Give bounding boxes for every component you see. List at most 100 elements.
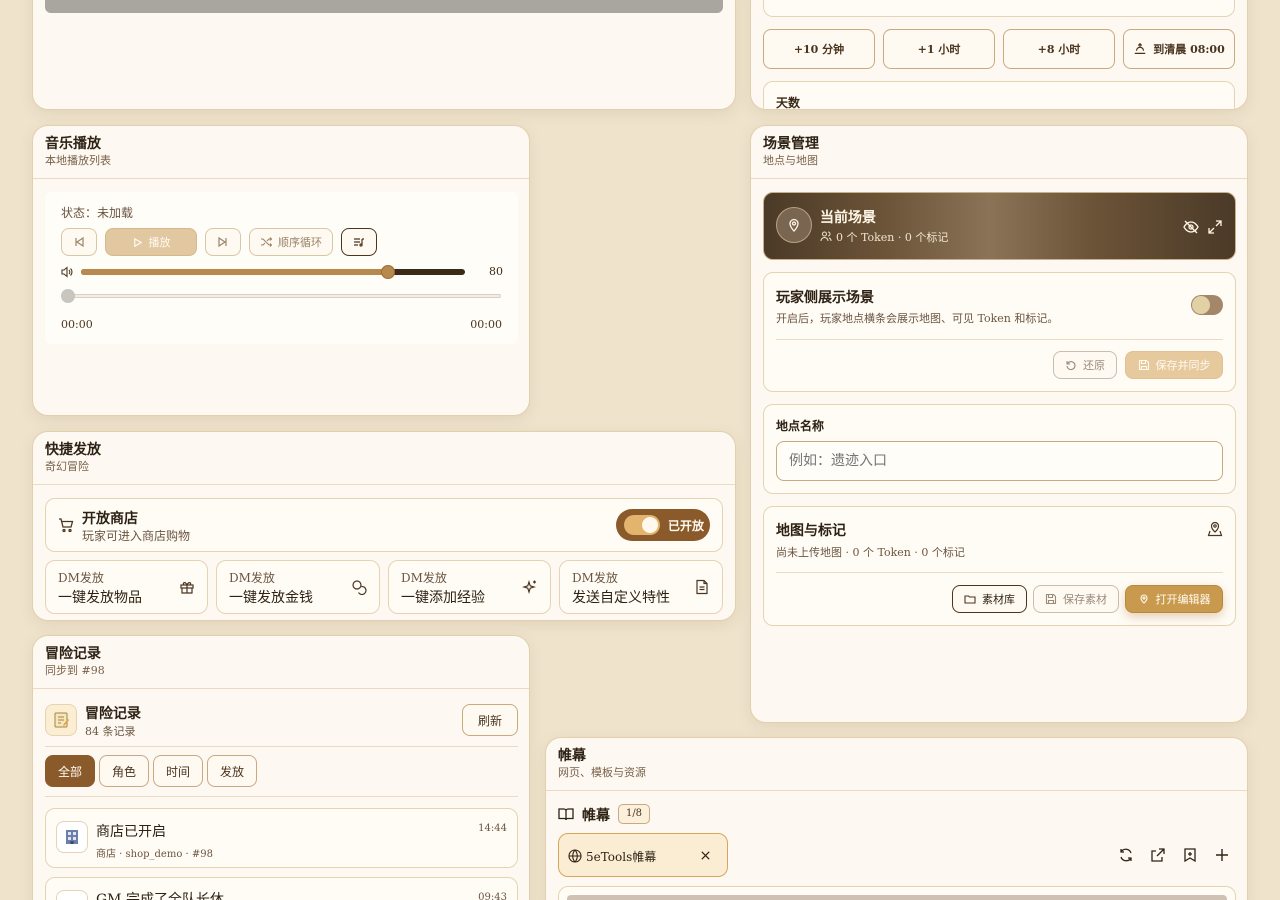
add-1-hour-button[interactable]: +1 小时 bbox=[883, 29, 995, 69]
shop-toggle-knob bbox=[642, 517, 658, 533]
external-link-icon[interactable] bbox=[1150, 847, 1166, 863]
save-asset-button[interactable]: 保存素材 bbox=[1033, 585, 1119, 613]
map-markers-title: 地图与标记 bbox=[776, 523, 846, 539]
filter-time-tab[interactable]: 时间 bbox=[153, 755, 203, 787]
current-scene-banner: 当前场景 0 个 Token · 0 个标记 bbox=[763, 192, 1236, 260]
shop-toggle[interactable]: 已开放 bbox=[616, 509, 710, 541]
add-exp-tag: DM发放 bbox=[401, 571, 447, 585]
plus-icon[interactable] bbox=[1214, 847, 1230, 863]
loop-mode-label: 顺序循环 bbox=[278, 236, 322, 249]
log-entry[interactable]: GM 完成了全队长休 09:43 bbox=[45, 877, 518, 900]
log-entry-time: 09:43 bbox=[478, 892, 507, 900]
player-display-desc: 开启后，玩家地点横条会展示地图、可见 Token 和标记。 bbox=[776, 312, 1059, 325]
filter-character-tab[interactable]: 角色 bbox=[99, 755, 149, 787]
log-refresh-button[interactable]: 刷新 bbox=[462, 704, 518, 736]
volume-thumb[interactable] bbox=[381, 265, 396, 279]
save-sync-button[interactable]: 保存并同步 bbox=[1125, 351, 1223, 379]
log-refresh-label: 刷新 bbox=[477, 713, 502, 728]
volume-fill bbox=[81, 269, 389, 275]
filter-time-label: 时间 bbox=[165, 764, 190, 779]
quick-release-header: 快捷发放 奇幻冒险 bbox=[33, 432, 735, 485]
shuffle-icon bbox=[260, 236, 272, 248]
top-left-panel bbox=[32, 0, 736, 110]
restore-button[interactable]: 还原 bbox=[1053, 351, 1117, 379]
player-display-toggle[interactable] bbox=[1191, 295, 1223, 315]
volume-slider[interactable] bbox=[81, 265, 465, 279]
next-track-button[interactable] bbox=[205, 228, 241, 256]
scene-panel-header: 场景管理 地点与地图 bbox=[751, 126, 1247, 179]
expand-icon[interactable] bbox=[1207, 219, 1223, 235]
add-10-minutes-label: +10 分钟 bbox=[793, 43, 845, 56]
previous-track-button[interactable] bbox=[61, 228, 97, 256]
users-icon bbox=[820, 230, 832, 242]
release-money-label: 一键发放金钱 bbox=[229, 590, 313, 606]
close-icon[interactable] bbox=[700, 850, 711, 861]
log-entry[interactable]: 商店已开启 14:44 商店 · shop_demo · #98 bbox=[45, 808, 518, 868]
scene-panel-subtitle: 地点与地图 bbox=[763, 154, 818, 167]
shop-desc: 玩家可进入商店购物 bbox=[82, 529, 191, 543]
progress-slider[interactable] bbox=[61, 289, 501, 303]
eye-off-icon[interactable] bbox=[1183, 219, 1199, 235]
progress-thumb[interactable] bbox=[61, 289, 75, 303]
scene-panel: 场景管理 地点与地图 当前场景 0 个 Token · 0 个标记 玩家侧展示场… bbox=[750, 125, 1248, 723]
custom-trait-button[interactable]: DM发放 发送自定义特性 bbox=[559, 560, 723, 614]
folder-icon bbox=[964, 593, 976, 605]
open-editor-button[interactable]: 打开编辑器 bbox=[1125, 585, 1223, 613]
release-money-tag: DM发放 bbox=[229, 571, 275, 585]
filter-release-tab[interactable]: 发放 bbox=[207, 755, 257, 787]
add-exp-label: 一键添加经验 bbox=[401, 590, 485, 606]
skip-forward-icon bbox=[217, 236, 229, 248]
music-status: 状态：未加载 bbox=[61, 204, 133, 221]
to-morning-button[interactable]: 到清晨 08:00 bbox=[1123, 29, 1235, 69]
shop-toggle-switch bbox=[624, 515, 660, 535]
heart-icon bbox=[56, 890, 88, 900]
curtain-panel-title: 帷幕 bbox=[558, 748, 586, 764]
play-label: 播放 bbox=[148, 236, 171, 249]
map-markers-divider bbox=[776, 572, 1223, 573]
editor-icon bbox=[1138, 593, 1150, 605]
add-8-hours-label: +8 小时 bbox=[1037, 43, 1081, 56]
shop-card: 开放商店 玩家可进入商店购物 已开放 bbox=[45, 498, 723, 552]
asset-library-label: 素材库 bbox=[982, 593, 1015, 606]
bookmark-add-icon[interactable] bbox=[1182, 847, 1198, 863]
location-name-label: 地点名称 bbox=[776, 419, 825, 433]
quick-release-subtitle: 奇幻冒险 bbox=[45, 460, 89, 473]
curtain-content-bar bbox=[567, 895, 1227, 900]
log-entry-title: GM 完成了全队长休 bbox=[96, 892, 224, 900]
refresh-icon[interactable] bbox=[1118, 847, 1134, 863]
release-items-button[interactable]: DM发放 一键发放物品 bbox=[45, 560, 208, 614]
release-items-tag: DM发放 bbox=[58, 571, 104, 585]
music-panel: 音乐播放 本地播放列表 状态：未加载 播放 顺序循环 80 00:00 00:0… bbox=[32, 125, 530, 416]
music-panel-subtitle: 本地播放列表 bbox=[45, 154, 111, 167]
undo-icon bbox=[1065, 359, 1077, 371]
log-entry-time: 14:44 bbox=[478, 823, 507, 834]
curtain-tab[interactable]: 5eTools帷幕 bbox=[558, 833, 728, 877]
quick-release-title: 快捷发放 bbox=[45, 442, 101, 458]
globe-icon bbox=[568, 849, 582, 863]
top-left-scroll-bar[interactable] bbox=[45, 0, 723, 13]
filter-all-tab[interactable]: 全部 bbox=[45, 755, 95, 787]
book-icon bbox=[558, 806, 574, 822]
playlist-button[interactable] bbox=[341, 228, 377, 256]
location-pin-icon bbox=[776, 207, 812, 243]
loop-mode-button[interactable]: 顺序循环 bbox=[249, 228, 333, 256]
current-scene-title: 当前场景 bbox=[820, 210, 876, 226]
music-panel-header: 音乐播放 本地播放列表 bbox=[33, 126, 529, 179]
map-markers-meta: 尚未上传地图 · 0 个 Token · 0 个标记 bbox=[776, 546, 965, 559]
log-panel-title: 冒险记录 bbox=[45, 646, 101, 662]
skip-back-icon bbox=[73, 236, 85, 248]
save-icon bbox=[1045, 593, 1057, 605]
time-panel: +10 分钟 +1 小时 +8 小时 到清晨 08:00 天数 bbox=[750, 0, 1248, 110]
release-money-button[interactable]: DM发放 一键发放金钱 bbox=[216, 560, 380, 614]
asset-library-button[interactable]: 素材库 bbox=[952, 585, 1027, 613]
add-10-minutes-button[interactable]: +10 分钟 bbox=[763, 29, 875, 69]
add-exp-button[interactable]: DM发放 一键添加经验 bbox=[388, 560, 551, 614]
log-entry-meta: 商店 · shop_demo · #98 bbox=[96, 849, 213, 860]
play-button[interactable]: 播放 bbox=[105, 228, 197, 256]
days-label: 天数 bbox=[776, 96, 801, 110]
log-divider bbox=[45, 746, 518, 747]
add-8-hours-button[interactable]: +8 小时 bbox=[1003, 29, 1115, 69]
location-name-input[interactable] bbox=[776, 441, 1223, 481]
log-header-title: 冒险记录 bbox=[85, 706, 141, 722]
log-count: 84 条记录 bbox=[85, 725, 136, 738]
